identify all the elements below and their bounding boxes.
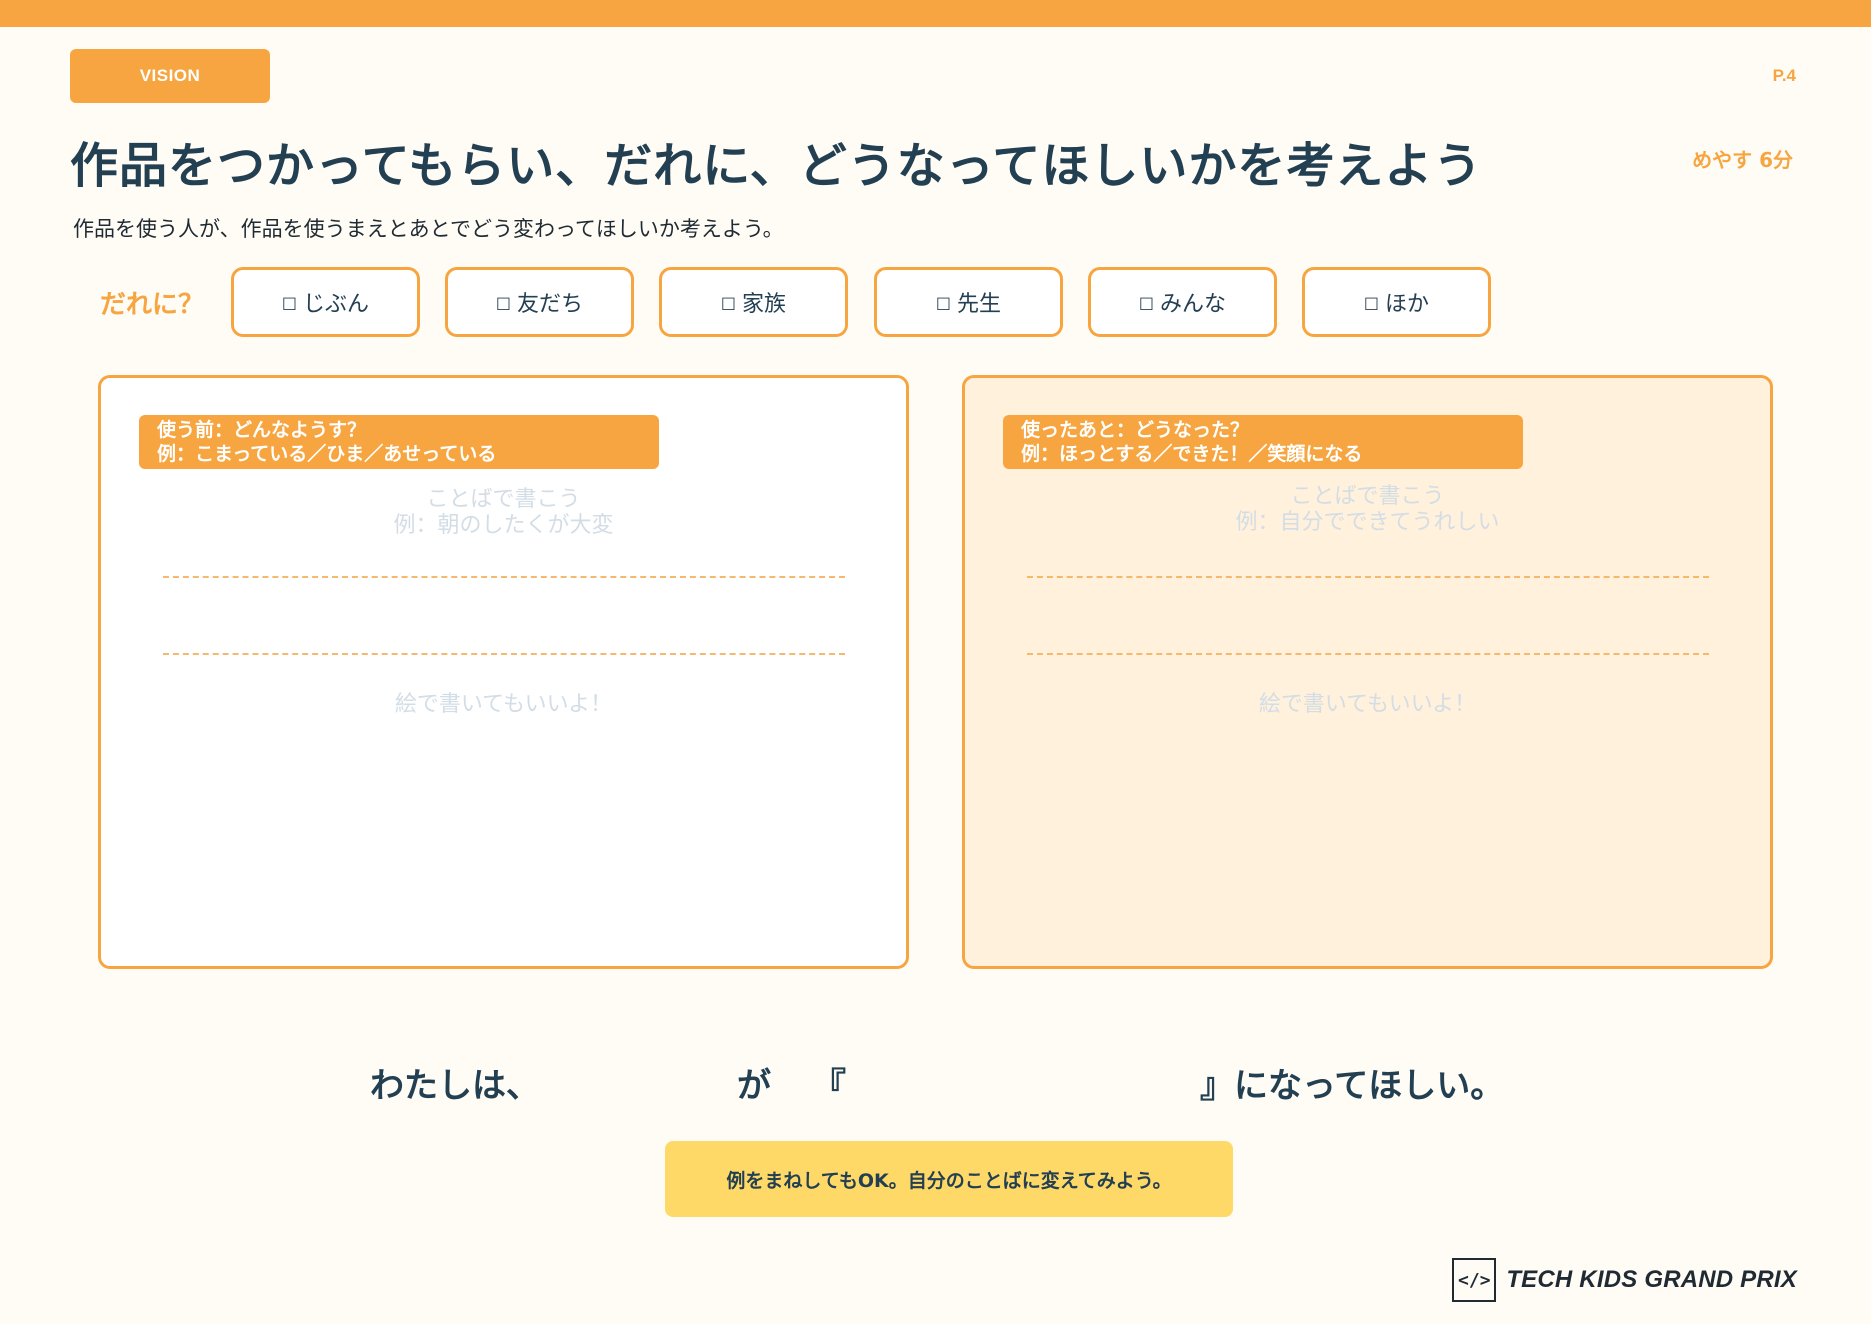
who-option-teacher[interactable]: □ 先生 <box>874 267 1063 337</box>
who-label: だれに？ <box>100 290 205 320</box>
section-badge: VISION <box>70 49 270 103</box>
before-panel[interactable]: 使う前：どんなようす？ 例：こまっている／ひま／あせっている ことばで書こう 例… <box>98 375 909 969</box>
who-option-label: ほか <box>1385 292 1430 317</box>
who-option-friends[interactable]: □ 友だち <box>445 267 634 337</box>
checkbox-icon: □ <box>281 292 298 312</box>
sentence-open-bracket: 『 <box>812 1066 846 1106</box>
after-tag-question: 使ったあと：どうなった？ <box>1021 419 1250 441</box>
time-estimate: めやす 6分 <box>1692 148 1793 172</box>
checkbox-icon: □ <box>1363 292 1380 312</box>
after-draw-hint: 絵で書いてもいいよ！ <box>1258 692 1477 717</box>
who-option-label: みんな <box>1160 292 1227 317</box>
after-panel[interactable]: 使ったあと：どうなった？ 例：ほっとする／できた！／笑顔になる ことばで書こう … <box>962 375 1773 969</box>
code-icon: </> <box>1452 1258 1497 1302</box>
sentence-part-ga: が <box>737 1066 771 1106</box>
writing-line[interactable] <box>163 653 845 655</box>
writing-line[interactable] <box>1027 653 1709 655</box>
sentence-close: 』になってほしい。 <box>1200 1066 1505 1106</box>
who-option-label: 友だち <box>517 292 584 317</box>
who-option-other[interactable]: □ ほか <box>1302 267 1491 337</box>
who-option-label: 家族 <box>742 292 787 317</box>
before-tag-question: 使う前：どんなようす？ <box>157 419 367 441</box>
who-option-family[interactable]: □ 家族 <box>659 267 848 337</box>
tip-box: 例をまねしてもOK。自分のことばに変えてみよう。 <box>665 1141 1233 1217</box>
write-hint-line: ことばで書こう <box>426 487 581 512</box>
checkbox-icon: □ <box>1138 292 1155 312</box>
before-tag-example: 例：こまっている／ひま／あせっている <box>157 443 497 465</box>
write-hint-example: 例：朝のしたくが大変 <box>393 513 614 538</box>
writing-line[interactable] <box>1027 576 1709 578</box>
before-draw-hint: 絵で書いてもいいよ！ <box>394 692 613 717</box>
checkbox-icon: □ <box>720 292 737 312</box>
who-option-everyone[interactable]: □ みんな <box>1088 267 1277 337</box>
brand-logo: </> TECH KIDS GRAND PRIX <box>1452 1258 1797 1302</box>
write-hint-line: ことばで書こう <box>1290 484 1445 509</box>
checkbox-icon: □ <box>495 292 512 312</box>
logo-text: TECH KIDS GRAND PRIX <box>1506 1266 1797 1293</box>
page-number: P.4 <box>1772 66 1796 85</box>
before-panel-tag: 使う前：どんなようす？ 例：こまっている／ひま／あせっている <box>139 415 659 469</box>
page-title: 作品をつかってもらい、だれに、どうなってほしいかを考えよう <box>70 138 1483 194</box>
after-panel-tag: 使ったあと：どうなった？ 例：ほっとする／できた！／笑顔になる <box>1003 415 1523 469</box>
before-write-hint: ことばで書こう 例：朝のしたくが大変 <box>101 487 906 539</box>
checkbox-icon: □ <box>935 292 952 312</box>
who-option-label: 先生 <box>957 292 1002 317</box>
after-tag-example: 例：ほっとする／できた！／笑顔になる <box>1021 443 1363 465</box>
who-option-self[interactable]: □ じぶん <box>231 267 420 337</box>
top-accent-bar <box>0 0 1871 27</box>
sentence-part-subject: わたしは、 <box>370 1066 540 1106</box>
after-write-hint: ことばで書こう 例：自分でできてうれしい <box>965 484 1770 536</box>
who-option-label: じぶん <box>303 292 370 317</box>
write-hint-example: 例：自分でできてうれしい <box>1235 510 1500 535</box>
page-subtitle: 作品を使う人が、作品を使うまえとあとでどう変わってほしいか考えよう。 <box>73 217 784 241</box>
writing-line[interactable] <box>163 576 845 578</box>
